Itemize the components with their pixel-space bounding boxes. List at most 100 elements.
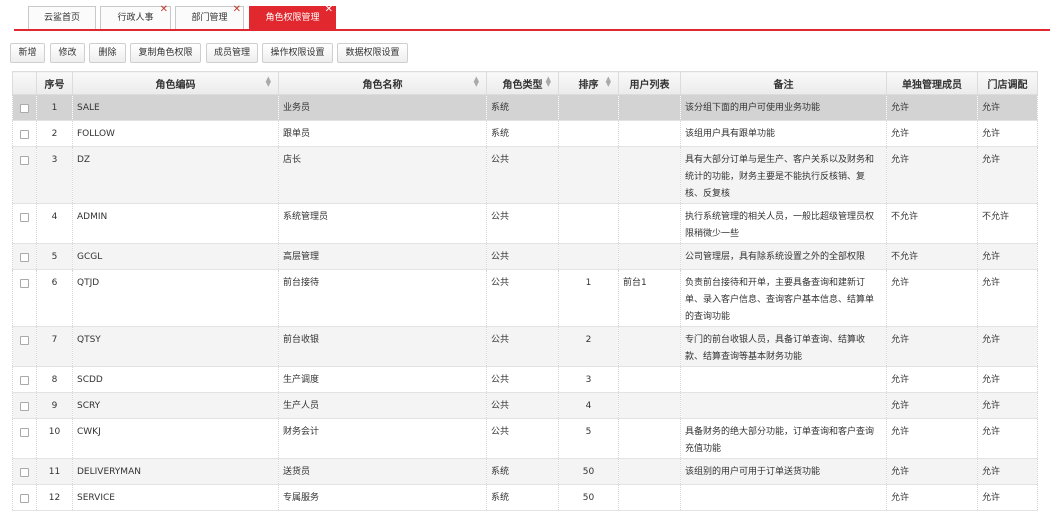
delete-button[interactable]: 删除 bbox=[89, 43, 126, 63]
data-permission-button[interactable]: 数据权限设置 bbox=[337, 43, 408, 63]
row-sort-cell bbox=[558, 120, 619, 147]
table-row[interactable]: 12 SERVICE 专属服务 系统 50 允许 允许 bbox=[12, 484, 1038, 511]
checkbox[interactable] bbox=[20, 494, 29, 503]
member-management-button[interactable]: 成员管理 bbox=[206, 43, 258, 63]
table-row[interactable]: 6 QTJD 前台接待 公共 1 前台1 负责前台接待和开单，主要具备查询和建新订单、录入客… bbox=[12, 269, 1038, 327]
checkbox[interactable] bbox=[20, 156, 29, 165]
sort-icon[interactable]: ▲ ▼ bbox=[474, 76, 479, 88]
row-code-cell: DZ bbox=[72, 146, 279, 204]
tab-role-permission[interactable]: 角色权限管理 ✕ bbox=[249, 4, 336, 29]
table-row[interactable]: 4 ADMIN 系统管理员 公共 执行系统管理的相关人员，一般比超级管理员权限稍微少一些… bbox=[12, 203, 1038, 244]
row-select-cell[interactable] bbox=[12, 243, 37, 270]
operation-permission-button[interactable]: 操作权限设置 bbox=[262, 43, 333, 63]
row-single-manage-cell: 允许 bbox=[886, 458, 978, 485]
col-header-sort[interactable]: 排序 ▲ ▼ bbox=[558, 71, 619, 95]
row-remark-cell: 该组用户具有跟单功能 bbox=[680, 120, 887, 147]
row-name-cell: 店长 bbox=[278, 146, 487, 204]
row-no-cell: 8 bbox=[36, 366, 73, 393]
tab-bar: 云鲨首页 行政人事 ✕ 部门管理 ✕ 角色权限管理 ✕ bbox=[0, 0, 1050, 31]
sort-icon[interactable]: ▲ ▼ bbox=[266, 76, 271, 88]
row-store-cell: 允许 bbox=[977, 146, 1038, 204]
row-select-cell[interactable] bbox=[12, 484, 37, 511]
row-users-cell bbox=[618, 458, 681, 485]
row-name-cell: 生产人员 bbox=[278, 392, 487, 419]
row-select-cell[interactable] bbox=[12, 392, 37, 419]
row-code-cell: QTJD bbox=[72, 269, 279, 327]
table-row[interactable]: 9 SCRY 生产人员 公共 4 允许 允许 bbox=[12, 392, 1038, 419]
row-select-cell[interactable] bbox=[12, 120, 37, 147]
row-single-manage-cell: 允许 bbox=[886, 418, 978, 459]
row-store-cell: 允许 bbox=[977, 458, 1038, 485]
row-single-manage-cell: 允许 bbox=[886, 146, 978, 204]
col-header-role-type[interactable]: 角色类型 ▲ ▼ bbox=[486, 71, 559, 95]
row-type-cell: 公共 bbox=[486, 269, 559, 327]
row-select-cell[interactable] bbox=[12, 203, 37, 244]
checkbox[interactable] bbox=[20, 428, 29, 437]
row-no-cell: 5 bbox=[36, 243, 73, 270]
table-row[interactable]: 10 CWKJ 财务会计 公共 5 具备财务的绝大部分功能，订单查询和客户查询充值功能 允许… bbox=[12, 418, 1038, 459]
row-sort-cell: 2 bbox=[558, 326, 619, 367]
table-row[interactable]: 1 SALE 业务员 系统 该分组下面的用户可使用业务功能 允许 允许 bbox=[12, 94, 1038, 121]
checkbox[interactable] bbox=[20, 104, 29, 113]
row-remark-cell: 具备财务的绝大部分功能，订单查询和客户查询充值功能 bbox=[680, 418, 887, 459]
checkbox[interactable] bbox=[20, 336, 29, 345]
tab-department[interactable]: 部门管理 ✕ bbox=[175, 4, 244, 29]
edit-button[interactable]: 修改 bbox=[50, 43, 85, 63]
row-select-cell[interactable] bbox=[12, 94, 37, 121]
row-remark-cell: 该组别的用户可用于订单送货功能 bbox=[680, 458, 887, 485]
row-store-cell: 允许 bbox=[977, 392, 1038, 419]
row-select-cell[interactable] bbox=[12, 146, 37, 204]
tab-underline bbox=[14, 29, 1050, 31]
row-select-cell[interactable] bbox=[12, 458, 37, 485]
row-type-cell: 系统 bbox=[486, 94, 559, 121]
col-header-role-name[interactable]: 角色名称 ▲ ▼ bbox=[278, 71, 487, 95]
table-row[interactable]: 3 DZ 店长 公共 具有大部分订单与是生产、客户关系以及财务和统计的功能，财务主要是不… bbox=[12, 146, 1038, 204]
row-sort-cell bbox=[558, 146, 619, 204]
checkbox[interactable] bbox=[20, 468, 29, 477]
row-store-cell: 允许 bbox=[977, 484, 1038, 511]
close-icon[interactable]: ✕ bbox=[160, 0, 168, 21]
row-select-cell[interactable] bbox=[12, 366, 37, 393]
checkbox[interactable] bbox=[20, 402, 29, 411]
row-sort-cell: 50 bbox=[558, 458, 619, 485]
sort-icon[interactable]: ▲ ▼ bbox=[546, 76, 551, 88]
close-icon[interactable]: ✕ bbox=[233, 0, 241, 21]
row-code-cell: SERVICE bbox=[72, 484, 279, 511]
row-code-cell: SCDD bbox=[72, 366, 279, 393]
table-row[interactable]: 2 FOLLOW 跟单员 系统 该组用户具有跟单功能 允许 允许 bbox=[12, 120, 1038, 147]
row-remark-cell bbox=[680, 366, 887, 393]
checkbox[interactable] bbox=[20, 376, 29, 385]
table-row[interactable]: 7 QTSY 前台收银 公共 2 专门的前台收银人员，具备订单查询、结算收款、结算查询等基… bbox=[12, 326, 1038, 367]
checkbox[interactable] bbox=[20, 253, 29, 262]
add-button[interactable]: 新增 bbox=[10, 43, 45, 63]
role-table: 序号 角色编码 ▲ ▼ 角色名称 ▲ ▼ 角色类型 ▲ ▼ 排序 ▲ ▼ 用户列表 备注 单独管… bbox=[12, 71, 1038, 511]
table-row[interactable]: 11 DELIVERYMAN 送货员 系统 50 该组别的用户可用于订单送货功能 允许 允许 bbox=[12, 458, 1038, 485]
row-store-cell: 允许 bbox=[977, 366, 1038, 393]
row-users-cell bbox=[618, 484, 681, 511]
close-icon[interactable]: ✕ bbox=[325, 0, 333, 21]
row-store-cell: 不允许 bbox=[977, 203, 1038, 244]
row-select-cell[interactable] bbox=[12, 269, 37, 327]
row-code-cell: GCGL bbox=[72, 243, 279, 270]
checkbox[interactable] bbox=[20, 279, 29, 288]
row-users-cell bbox=[618, 94, 681, 121]
row-select-cell[interactable] bbox=[12, 418, 37, 459]
row-type-cell: 系统 bbox=[486, 484, 559, 511]
row-remark-cell: 专门的前台收银人员，具备订单查询、结算收款、结算查询等基本财务功能 bbox=[680, 326, 887, 367]
tab-label: 行政人事 bbox=[117, 13, 154, 23]
table-row[interactable]: 5 GCGL 高层管理 公共 公司管理层，具有除系统设置之外的全部权限 不允许 允许 bbox=[12, 243, 1038, 270]
select-all-cell[interactable] bbox=[12, 71, 37, 95]
row-users-cell bbox=[618, 418, 681, 459]
row-sort-cell: 4 bbox=[558, 392, 619, 419]
col-header-role-code[interactable]: 角色编码 ▲ ▼ bbox=[72, 71, 279, 95]
sort-icon[interactable]: ▲ ▼ bbox=[606, 76, 611, 88]
tab-admin-hr[interactable]: 行政人事 ✕ bbox=[100, 4, 171, 29]
table-row[interactable]: 8 SCDD 生产调度 公共 3 允许 允许 bbox=[12, 366, 1038, 393]
checkbox[interactable] bbox=[20, 130, 29, 139]
row-no-cell: 10 bbox=[36, 418, 73, 459]
checkbox[interactable] bbox=[20, 213, 29, 222]
row-select-cell[interactable] bbox=[12, 326, 37, 367]
copy-role-permission-button[interactable]: 复制角色权限 bbox=[130, 43, 201, 63]
tab-yunsha-home[interactable]: 云鲨首页 bbox=[28, 6, 96, 29]
row-remark-cell: 负责前台接待和开单，主要具备查询和建新订单、录入客户信息、查询客户基本信息、结算… bbox=[680, 269, 887, 327]
